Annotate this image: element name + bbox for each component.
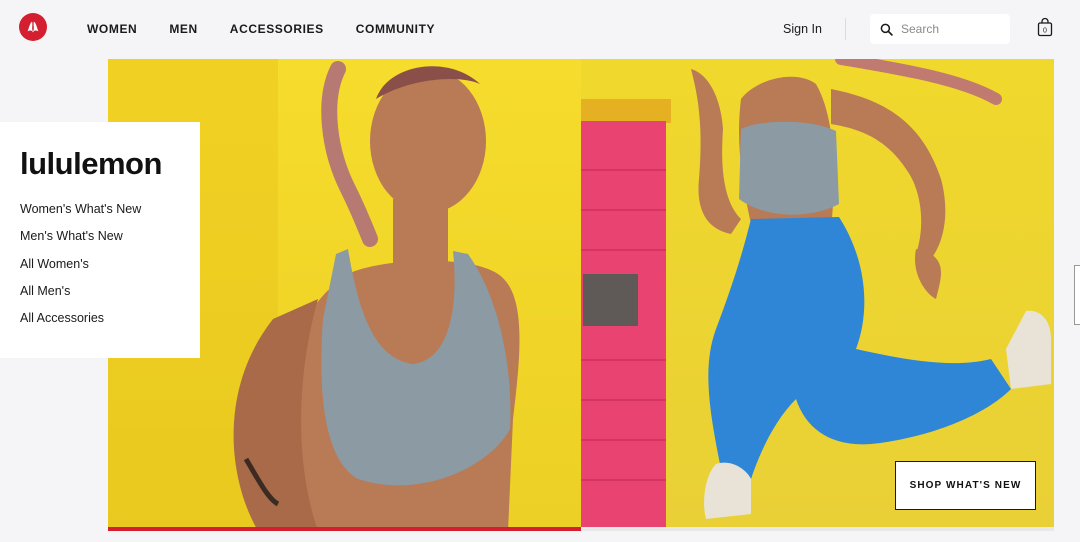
link-all-mens[interactable]: All Men's [20, 284, 141, 311]
logo-mark [27, 21, 39, 33]
site-header: WOMEN MEN ACCESSORIES COMMUNITY Sign In … [0, 0, 1080, 58]
main-nav: WOMEN MEN ACCESSORIES COMMUNITY [87, 22, 435, 36]
sign-in-link[interactable]: Sign In [783, 22, 822, 36]
shop-whats-new-button[interactable]: SHOP WHAT'S NEW [895, 461, 1036, 510]
link-womens-whats-new[interactable]: Women's What's New [20, 202, 141, 229]
feedback-tab[interactable] [1074, 265, 1080, 325]
header-divider [845, 18, 846, 40]
nav-men[interactable]: MEN [169, 22, 197, 36]
brand-title: lululemon [20, 146, 162, 181]
nav-community[interactable]: COMMUNITY [356, 22, 435, 36]
carousel-progress [108, 527, 581, 531]
bag-count: 0 [1043, 28, 1047, 35]
nav-accessories[interactable]: ACCESSORIES [230, 22, 324, 36]
link-mens-whats-new[interactable]: Men's What's New [20, 229, 141, 256]
search-box[interactable] [870, 14, 1010, 44]
shopping-bag-icon[interactable]: 0 [1037, 17, 1053, 37]
category-menu-card: lululemon Women's What's New Men's What'… [0, 122, 200, 358]
nav-women[interactable]: WOMEN [87, 22, 137, 36]
category-links: Women's What's New Men's What's New All … [20, 202, 141, 338]
link-all-womens[interactable]: All Women's [20, 257, 141, 284]
link-all-accessories[interactable]: All Accessories [20, 311, 141, 338]
page: WOMEN MEN ACCESSORIES COMMUNITY Sign In … [0, 0, 1080, 542]
lululemon-logo-icon[interactable] [19, 13, 47, 41]
search-icon [880, 23, 893, 36]
carousel-progress-track [581, 527, 1054, 531]
search-input[interactable] [901, 22, 1001, 36]
